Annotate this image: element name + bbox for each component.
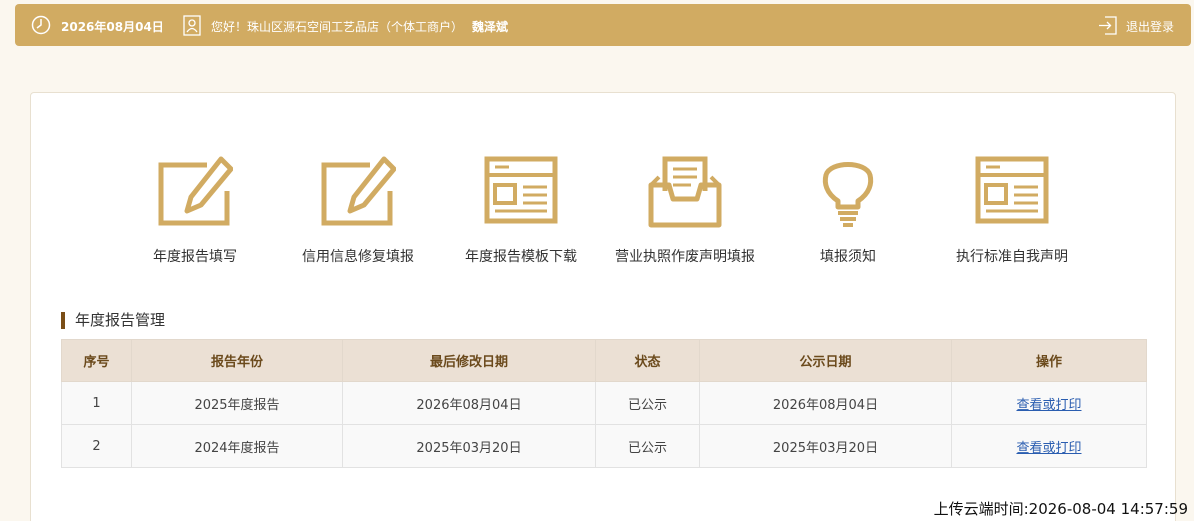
column-header: 公示日期	[699, 339, 952, 382]
upload-timestamp: 上传云端时间:2026-08-04 14:57:59	[933, 500, 1188, 518]
edit-icon	[321, 156, 396, 226]
view-print-link[interactable]: 查看或打印	[1016, 441, 1081, 456]
last-modified-date: 2025年03月20日	[342, 424, 596, 468]
status: 已公示	[595, 424, 700, 468]
feature-label: 执行标准自我声明	[956, 249, 1068, 265]
publish-date: 2026年08月04日	[699, 381, 952, 425]
feature-template-download[interactable]: 年度报告模板下载	[446, 155, 596, 275]
table-row: 2 2024年度报告 2025年03月20日 已公示 2025年03月20日 查…	[61, 424, 1147, 468]
edit-icon	[158, 156, 233, 226]
publish-date: 2025年03月20日	[699, 424, 952, 468]
column-header: 最后修改日期	[342, 339, 596, 382]
main-panel: 年度报告填写 信用信息修复填报 年度报告模板下载 营业执照作废声明填报 填报须知…	[30, 92, 1176, 521]
table-header-row: 序号 报告年份 最后修改日期 状态 公示日期 操作	[61, 339, 1147, 382]
template-icon	[975, 156, 1049, 224]
row-index: 2	[61, 424, 132, 468]
logout-icon[interactable]	[1098, 15, 1118, 36]
status: 已公示	[595, 381, 700, 425]
action-cell: 查看或打印	[951, 381, 1147, 425]
column-header: 状态	[595, 339, 700, 382]
feature-label: 营业执照作废声明填报	[615, 249, 755, 265]
greeting-text: 您好！珠山区源石空间工艺品店（个体工商户）	[211, 20, 464, 34]
action-cell: 查看或打印	[951, 424, 1147, 468]
feature-credit-repair[interactable]: 信用信息修复填报	[283, 155, 433, 275]
current-date: 2026年08月04日	[61, 20, 164, 34]
template-icon	[484, 156, 558, 224]
feature-label: 年度报告填写	[153, 249, 237, 265]
top-bar: 2026年08月04日 您好！珠山区源石空间工艺品店（个体工商户） 魏泽斌 退出…	[15, 4, 1191, 46]
report-year: 2024年度报告	[131, 424, 343, 468]
last-modified-date: 2026年08月04日	[342, 381, 596, 425]
inbox-icon	[648, 156, 722, 228]
feature-standard-declaration[interactable]: 执行标准自我声明	[937, 155, 1087, 275]
row-index: 1	[61, 381, 132, 425]
feature-filing-notice[interactable]: 填报须知	[773, 155, 923, 275]
view-print-link[interactable]: 查看或打印	[1016, 398, 1081, 413]
feature-label: 信用信息修复填报	[302, 249, 414, 265]
reports-table: 序号 报告年份 最后修改日期 状态 公示日期 操作 1 2025年度报告 202…	[61, 339, 1147, 468]
column-header: 序号	[61, 339, 132, 382]
column-header: 报告年份	[131, 339, 343, 382]
user-badge-icon	[183, 15, 201, 36]
clock-icon	[31, 15, 51, 35]
section-title: 年度报告管理	[61, 312, 165, 329]
feature-license-void[interactable]: 营业执照作废声明填报	[610, 155, 760, 275]
logout-button[interactable]: 退出登录	[1126, 18, 1174, 35]
column-header: 操作	[951, 339, 1147, 382]
lightbulb-icon	[822, 162, 874, 227]
report-year: 2025年度报告	[131, 381, 343, 425]
feature-label: 填报须知	[820, 249, 876, 265]
feature-annual-report-fill[interactable]: 年度报告填写	[120, 155, 270, 275]
table-row: 1 2025年度报告 2026年08月04日 已公示 2026年08月04日 查…	[61, 381, 1147, 425]
person-name: 魏泽斌	[472, 20, 509, 34]
feature-label: 年度报告模板下载	[465, 249, 577, 265]
